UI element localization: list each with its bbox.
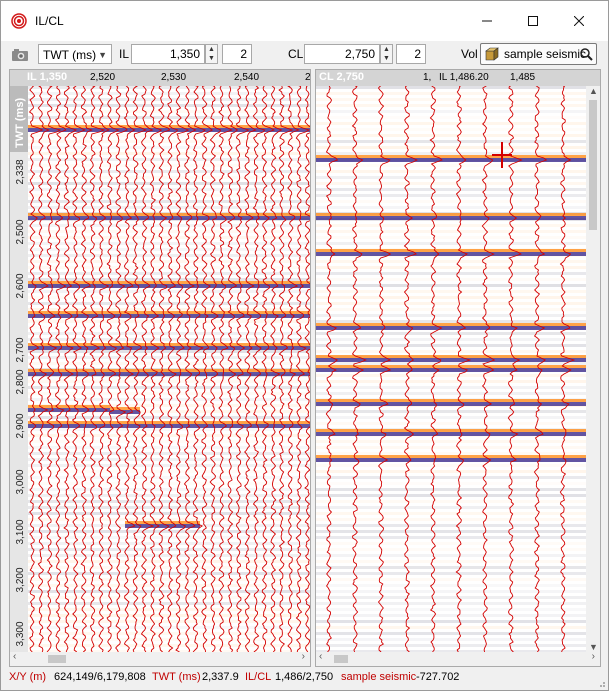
inline-seismic-panel[interactable]: TWT (ms) 2,338 2,500 2,600 2,700 2,800 2,900 3,… <box>9 69 311 667</box>
crossline-vertical-scrollbar[interactable]: ▲ ▼ <box>586 86 600 652</box>
twt-tick-label: 3,000 <box>15 469 26 494</box>
il-label: IL <box>119 47 130 61</box>
trace-tick-label: 2,540 <box>234 72 260 83</box>
crossline-seismic-panel[interactable]: CL 2,750 1, IL 1,486.20 1,485 ▲ ▼ ‹ › <box>315 69 601 667</box>
trace-tick-label: 2,520 <box>90 72 116 83</box>
close-button[interactable] <box>556 1 602 41</box>
il-input[interactable]: 1,350 <box>131 44 205 64</box>
xy-value: 624,149/6,179,808 <box>54 671 146 683</box>
il-spinner[interactable]: ▲ ▼ <box>205 44 218 64</box>
xy-label: X/Y (m) <box>9 671 47 683</box>
cursor-inline-label: IL 1,486.20 <box>439 72 489 83</box>
crossline-horizontal-scrollbar[interactable]: ‹ › <box>316 651 600 666</box>
scroll-right-icon[interactable]: › <box>302 651 305 662</box>
volume-label: sample seismic <box>341 671 417 683</box>
twt-tick-label: 2,500 <box>15 219 26 244</box>
cl-spinner[interactable]: ▲ ▼ <box>380 44 393 64</box>
domain-select-value: TWT (ms) <box>43 48 97 62</box>
scroll-left-icon[interactable]: ‹ <box>319 651 322 662</box>
spin-up-icon: ▲ <box>208 46 215 53</box>
toolbar: TWT (ms) ▼ IL 1,350 ▲ ▼ 2 CL 2,750 ▲ ▼ 2 V… <box>1 41 608 69</box>
crossline-panel-title: CL 2,750 <box>319 71 365 83</box>
twt-tick-label: 2,338 <box>15 159 26 184</box>
crossline-panel-header: CL 2,750 1, IL 1,486.20 1,485 <box>316 70 600 86</box>
app-window: IL/CL TWT (ms) ▼ IL 1,350 ▲ ▼ 2 CL 2,750 … <box>0 0 609 691</box>
spin-up-icon: ▲ <box>383 46 390 53</box>
ilcl-label: IL/CL <box>245 671 272 683</box>
twt-axis-title: TWT (ms) <box>14 98 26 148</box>
twt-tick-label: 2,700 <box>15 337 26 362</box>
inline-horizontal-scrollbar[interactable]: ‹ › <box>10 651 310 666</box>
twt-tick-label: 3,300 <box>15 621 26 646</box>
crossline-seismic-canvas[interactable] <box>316 70 600 666</box>
trace-tick-label: 1, <box>423 72 432 83</box>
scroll-right-icon[interactable]: › <box>592 651 595 662</box>
volume-name: sample seismic <box>504 47 587 61</box>
twt-tick-label: 2,900 <box>15 413 26 438</box>
twt-tick-label: 2,600 <box>15 273 26 298</box>
cl-step-input[interactable]: 2 <box>396 44 426 64</box>
window-title: IL/CL <box>35 14 64 28</box>
inline-panel-header: IL 1,350 2,520 2,530 2,540 2 <box>10 70 310 86</box>
inline-seismic-canvas[interactable]: TWT (ms) 2,338 2,500 2,600 2,700 2,800 2,900 3,… <box>10 70 310 666</box>
ilcl-value: 1,486/2,750 <box>275 671 334 683</box>
twt-tick-label: 2,800 <box>15 369 26 394</box>
scroll-up-icon[interactable]: ▲ <box>589 86 598 96</box>
scroll-thumb[interactable] <box>334 655 348 663</box>
maximize-icon <box>528 16 538 26</box>
domain-select[interactable]: TWT (ms) ▼ <box>38 44 112 64</box>
resize-grip-icon[interactable] <box>596 678 606 688</box>
search-icon <box>580 48 593 61</box>
trace-tick-label: 2 <box>305 72 311 83</box>
cl-label: CL <box>288 47 304 61</box>
spin-down-icon: ▼ <box>208 55 215 62</box>
maximize-button[interactable] <box>510 1 556 41</box>
volume-value: -727.702 <box>416 671 460 683</box>
volume-selector-button[interactable]: sample seismic <box>480 43 597 65</box>
il-step-input[interactable]: 2 <box>222 44 252 64</box>
scroll-thumb[interactable] <box>589 100 597 230</box>
minimize-icon <box>482 20 492 22</box>
twt-tick-label: 3,200 <box>15 567 26 592</box>
twt-value: 2,337.9 <box>202 671 239 683</box>
cube-icon <box>485 47 499 61</box>
inline-panel-title: IL 1,350 <box>27 71 68 83</box>
trace-tick-label: 1,485 <box>510 72 536 83</box>
twt-axis: TWT (ms) 2,338 2,500 2,600 2,700 2,800 2,900 3,… <box>10 86 28 652</box>
minimize-button[interactable] <box>464 1 510 41</box>
status-bar: X/Y (m) 624,149/6,179,808 TWT (ms) 2,337… <box>1 667 608 690</box>
camera-icon[interactable] <box>11 48 29 62</box>
cl-input[interactable]: 2,750 <box>304 44 380 64</box>
scroll-left-icon[interactable]: ‹ <box>13 651 16 662</box>
vol-label: Vol <box>461 47 478 61</box>
app-logo-icon <box>11 13 27 29</box>
close-icon <box>573 15 585 27</box>
trace-tick-label: 2,530 <box>161 72 187 83</box>
chevron-down-icon: ▼ <box>98 50 107 60</box>
twt-tick-label: 3,100 <box>15 519 26 544</box>
title-bar: IL/CL <box>1 1 608 41</box>
scroll-thumb[interactable] <box>48 655 66 663</box>
twt-label: TWT (ms) <box>152 671 201 683</box>
spin-down-icon: ▼ <box>383 55 390 62</box>
